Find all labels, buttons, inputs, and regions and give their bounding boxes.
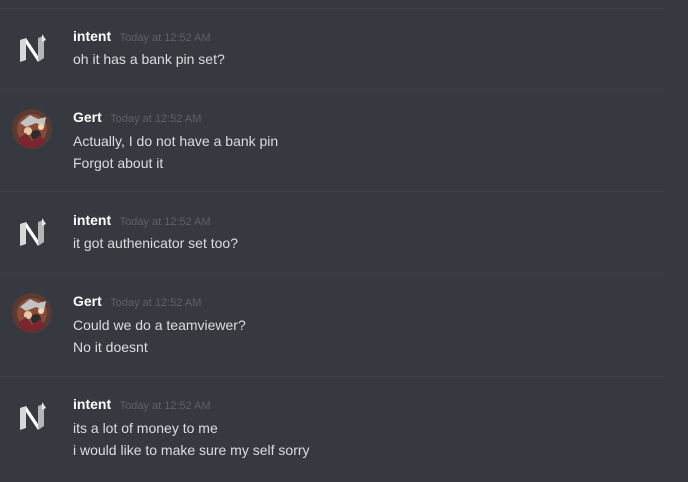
- message-text: i would like to make sure my self sorry: [73, 442, 310, 458]
- n-logo-avatar-icon: [12, 30, 52, 70]
- message-divider: [0, 273, 664, 274]
- message-divider: [0, 8, 664, 9]
- message-text: Actually, I do not have a bank pin: [73, 133, 279, 149]
- avatar[interactable]: [12, 30, 52, 70]
- avatar[interactable]: [12, 293, 52, 333]
- timestamp: Today at 12:52 AM: [110, 297, 202, 309]
- message-text: oh it has a bank pin set?: [73, 51, 225, 67]
- avatar[interactable]: [12, 398, 52, 438]
- n-logo-avatar-icon: [12, 398, 52, 438]
- username[interactable]: Gert: [73, 293, 102, 309]
- message-text: it got authenicator set too?: [73, 235, 238, 251]
- username[interactable]: intent: [73, 28, 111, 44]
- username[interactable]: intent: [73, 212, 111, 228]
- character-portrait-avatar-icon: [12, 109, 52, 149]
- message-text: Forgot about it: [73, 155, 164, 171]
- message-divider: [0, 191, 664, 192]
- character-portrait-avatar-icon: [12, 293, 52, 333]
- timestamp: Today at 12:52 AM: [119, 216, 211, 228]
- message-text: No it doesnt: [73, 339, 148, 355]
- message-text: Could we do a teamviewer?: [73, 317, 246, 333]
- message-divider: [0, 89, 664, 90]
- username[interactable]: intent: [73, 396, 111, 412]
- avatar[interactable]: [12, 214, 52, 254]
- n-logo-avatar-icon: [12, 214, 52, 254]
- chat-messages: intent Today at 12:52 AM oh it has a ban…: [0, 0, 688, 482]
- avatar[interactable]: [12, 109, 52, 149]
- message-divider: [0, 376, 664, 377]
- timestamp: Today at 12:52 AM: [119, 32, 211, 44]
- username[interactable]: Gert: [73, 109, 102, 125]
- timestamp: Today at 12:52 AM: [119, 400, 211, 412]
- message-text: its a lot of money to me: [73, 420, 218, 436]
- timestamp: Today at 12:52 AM: [110, 113, 202, 125]
